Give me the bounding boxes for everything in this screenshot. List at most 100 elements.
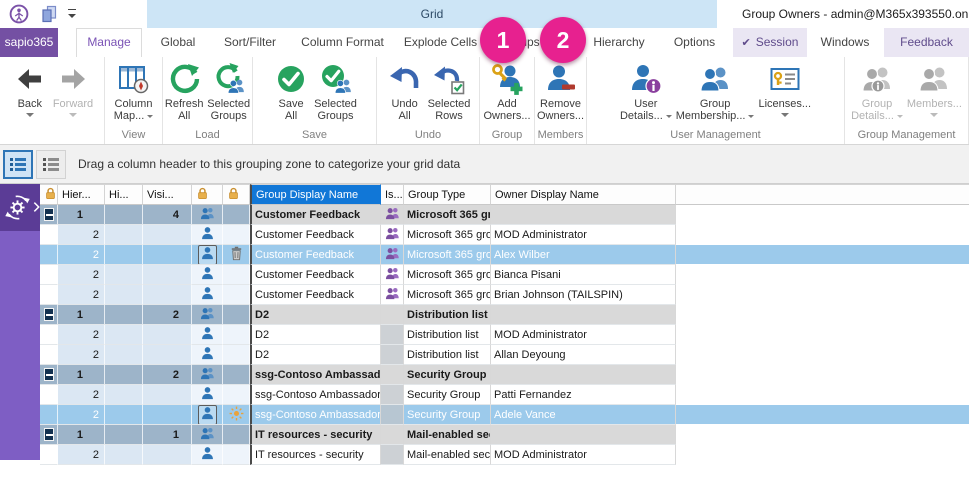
group-header-row[interactable]: 14Customer FeedbackMicrosoft 365 group — [40, 205, 969, 225]
grouped-view-button[interactable] — [3, 150, 33, 179]
user-details-button[interactable]: UserDetails... — [618, 61, 674, 124]
m365-group-icon — [385, 286, 400, 304]
column-header-is[interactable]: Is... — [381, 184, 404, 205]
grid-header: Hier... Hi... Visi... Group Display NameIs.… — [40, 184, 969, 205]
cell — [105, 445, 143, 465]
cell: Microsoft 365 group — [404, 205, 491, 225]
gear-sync-icon — [3, 193, 32, 222]
cell — [40, 445, 58, 465]
ribbon-button-label: SelectedGroups — [207, 98, 250, 122]
column-header-group-type[interactable]: Group Type — [404, 184, 491, 205]
tab-column-format[interactable]: Column Format — [295, 28, 390, 57]
column-header-label: Hi... — [109, 189, 129, 201]
table-row[interactable]: 2IT resources - securityMail-enabled sec… — [40, 445, 969, 465]
add-owners-button[interactable]: AddOwners... — [481, 61, 532, 124]
cell: D2 — [250, 325, 381, 345]
column-header-label: Hier... — [62, 189, 91, 201]
tab-options[interactable]: Options — [662, 28, 727, 57]
cell — [381, 205, 404, 225]
user-icon — [200, 346, 215, 364]
cell — [381, 225, 404, 245]
table-row[interactable]: 2ssg-Contoso AmbassadorsSecurity GroupAd… — [40, 405, 969, 425]
table-row[interactable]: 2Customer FeedbackMicrosoft 365 groupAle… — [40, 245, 969, 265]
column-header-lock[interactable] — [223, 184, 250, 205]
column-map-button[interactable]: ColumnMap... — [112, 61, 156, 124]
tab-label: Explode Cells — [404, 35, 477, 49]
back-button[interactable]: Back — [9, 61, 51, 119]
cell: Customer Feedback — [250, 285, 381, 305]
app-logo-icon[interactable] — [8, 3, 29, 24]
selected-groups-button[interactable]: SelectedGroups — [205, 61, 252, 124]
column-header-lock[interactable] — [192, 184, 223, 205]
ribbon-button-label: Licenses... — [758, 98, 811, 110]
cell — [491, 205, 676, 225]
cell — [223, 225, 250, 245]
tab-session[interactable]: ✔Session — [733, 28, 807, 57]
column-header-lock[interactable] — [40, 184, 58, 205]
group-membership-button[interactable]: GroupMembership... — [674, 61, 757, 124]
refresh-selected-icon — [213, 63, 245, 95]
user-icon — [200, 286, 215, 304]
remove-owners-button[interactable]: RemoveOwners... — [535, 61, 586, 124]
group-header-row[interactable]: 12D2Distribution list — [40, 305, 969, 325]
qat-customize-icon[interactable] — [68, 9, 76, 19]
save-all-button[interactable]: SaveAll — [270, 61, 312, 124]
cell — [105, 305, 143, 325]
cell — [223, 385, 250, 405]
app-window: Grid Group Owners - admin@M365x393550.on… — [0, 0, 969, 478]
tab-hierarchy[interactable]: Hierarchy — [581, 28, 657, 57]
cell — [381, 305, 404, 325]
column-header-owner-display-name[interactable]: Owner Display Name — [491, 184, 676, 205]
duplicate-window-icon[interactable] — [38, 3, 59, 24]
cell — [676, 345, 969, 365]
tab-sort-filter[interactable]: Sort/Filter — [212, 28, 288, 57]
cell — [676, 245, 969, 265]
column-header-hier[interactable]: Hier... — [58, 184, 105, 205]
collapse-button[interactable] — [44, 308, 54, 321]
group-header-row[interactable]: 11IT resources - securityMail-enabled se… — [40, 425, 969, 445]
tab-windows[interactable]: Windows — [812, 28, 878, 57]
cell — [105, 425, 143, 445]
tab-explode-cells[interactable]: Explode Cells — [397, 28, 484, 57]
refresh-all-button[interactable]: RefreshAll — [163, 61, 205, 124]
selected-groups-button[interactable]: SelectedGroups — [312, 61, 359, 124]
column-header-hi[interactable]: Hi... — [105, 184, 143, 205]
collapse-button[interactable] — [44, 368, 54, 381]
cell: 2 — [58, 285, 105, 305]
tab-global[interactable]: Global — [151, 28, 205, 57]
column-header-lock[interactable] — [676, 184, 969, 205]
tab-manage[interactable]: Manage — [76, 28, 142, 57]
licenses-button[interactable]: Licenses... — [756, 61, 813, 119]
selected-user-icon-box — [198, 405, 217, 425]
table-row[interactable]: 2Customer FeedbackMicrosoft 365 groupMOD… — [40, 225, 969, 245]
ribbon-group-members: RemoveOwners...Members — [535, 57, 587, 144]
tab-feedback[interactable]: Feedback — [884, 28, 969, 57]
collapse-button[interactable] — [44, 428, 54, 441]
minus-icon — [46, 434, 53, 436]
grid-body: 14Customer FeedbackMicrosoft 365 group2C… — [40, 205, 969, 465]
column-header-group-display-name[interactable]: Group Display Name — [250, 184, 381, 205]
ribbon-button-label: GroupMembership... — [676, 98, 755, 122]
cell — [381, 425, 404, 445]
cell: 2 — [58, 405, 105, 425]
column-header-visi[interactable]: Visi... — [143, 184, 192, 205]
selected-rows-button[interactable]: SelectedRows — [426, 61, 473, 124]
table-row[interactable]: 2D2Distribution listMOD Administrator — [40, 325, 969, 345]
sidebar-settings-button[interactable] — [0, 184, 40, 231]
table-row[interactable]: 2D2Distribution listAllan Deyoung — [40, 345, 969, 365]
cell: Customer Feedback — [250, 225, 381, 245]
column-header-label: Owner Display Name — [495, 189, 599, 201]
undo-all-button[interactable]: UndoAll — [384, 61, 426, 124]
table-row[interactable]: 2Customer FeedbackMicrosoft 365 groupBia… — [40, 265, 969, 285]
collapse-button[interactable] — [44, 208, 54, 221]
tab-label: sapio365 — [5, 35, 54, 49]
cell — [192, 385, 223, 405]
ribbon: BackForwardColumnMap...ViewRefreshAllSel… — [0, 57, 969, 145]
group-header-row[interactable]: 12ssg-Contoso AmbassadorsSecurity Group — [40, 365, 969, 385]
ribbon-button-label: UndoAll — [391, 98, 417, 122]
forward-arrow-icon — [57, 63, 89, 95]
flat-view-button[interactable] — [36, 150, 66, 179]
tab-sapio365[interactable]: sapio365 — [0, 28, 58, 57]
table-row[interactable]: 2ssg-Contoso AmbassadorsSecurity GroupPa… — [40, 385, 969, 405]
table-row[interactable]: 2Customer FeedbackMicrosoft 365 groupBri… — [40, 285, 969, 305]
